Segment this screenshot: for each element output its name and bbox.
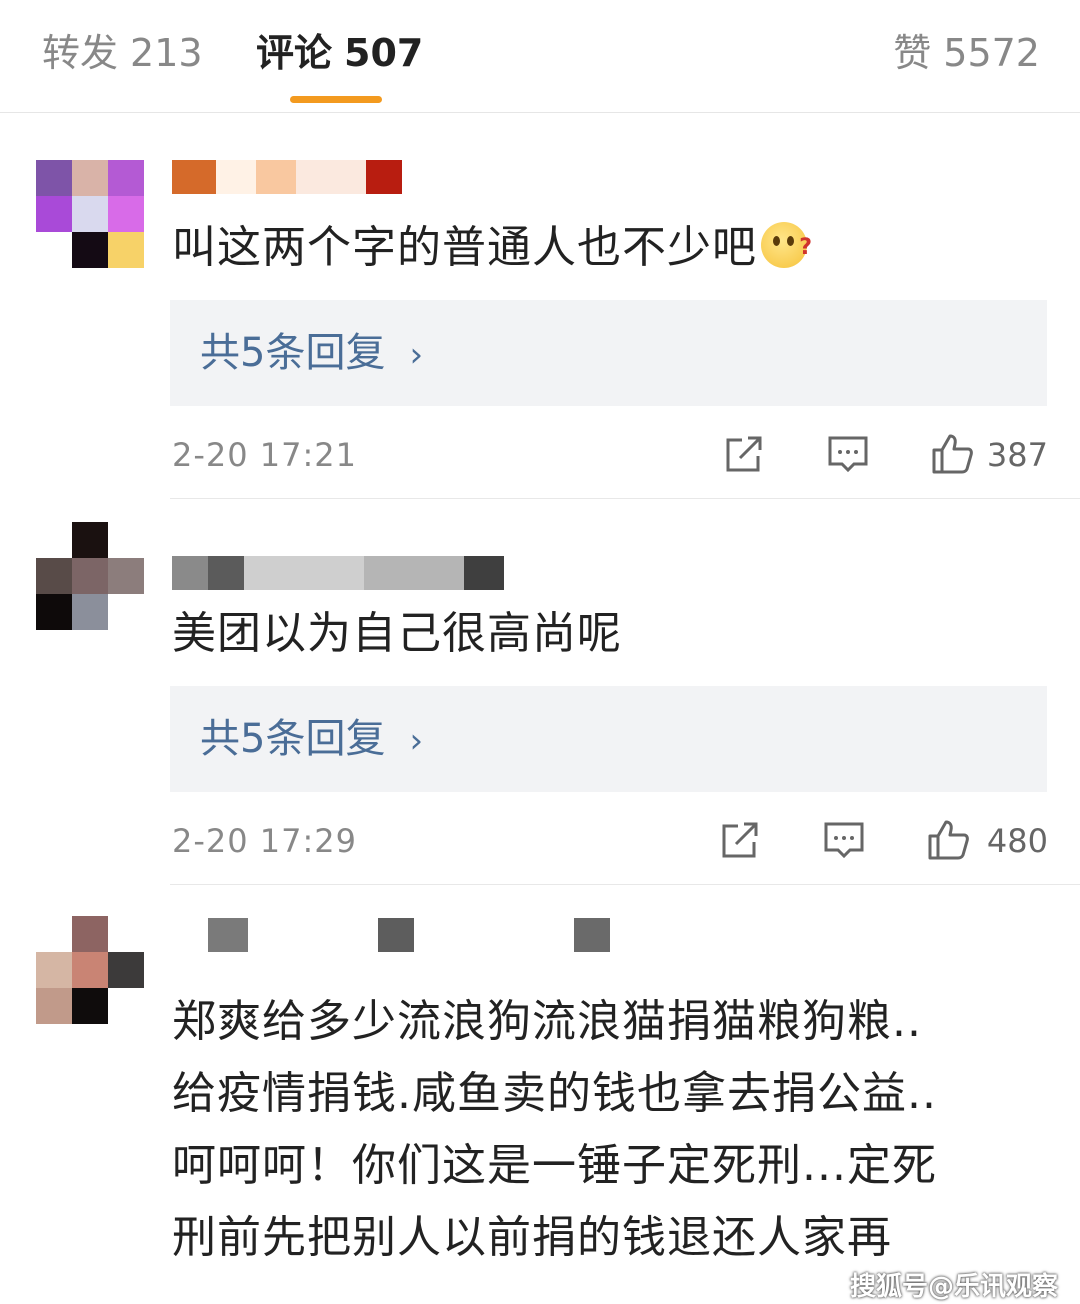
username-blurred[interactable]	[172, 160, 402, 194]
share-icon[interactable]	[718, 818, 762, 862]
like-count: 480	[986, 822, 1048, 860]
comment-text: 郑爽给多少流浪狗流浪猫捐猫粮狗粮.. 给疫情捐钱.咸鱼卖的钱也拿去捐公益.. 呵…	[172, 986, 937, 1274]
comment-line: 刑前先把别人以前捐的钱退还人家再	[172, 1212, 892, 1263]
replies-label: 共5条回复	[200, 716, 386, 762]
active-tab-indicator	[290, 96, 382, 103]
tab-forward-count: 213	[130, 31, 203, 75]
thumbs-up-icon[interactable]	[926, 818, 970, 862]
divider	[170, 498, 1080, 499]
comment-meta: 2-20 17:29 480	[172, 818, 1048, 868]
share-icon[interactable]	[722, 432, 766, 476]
avatar[interactable]	[36, 916, 146, 1026]
tab-forward-label: 转发	[42, 31, 119, 75]
username-blurred[interactable]	[172, 918, 610, 952]
tab-forward[interactable]: 转发 213	[42, 30, 203, 76]
comment-tab-bar: 转发 213 评论 507 赞 5572	[0, 0, 1080, 113]
replies-button[interactable]: 共5条回复 ›	[170, 300, 1047, 406]
tab-likes[interactable]: 赞 5572	[893, 30, 1040, 76]
replies-label: 共5条回复	[200, 330, 386, 376]
tab-comments-label: 评论	[256, 31, 333, 75]
comment-time: 2-20 17:29	[172, 822, 358, 860]
comment-icon[interactable]	[826, 432, 870, 476]
divider	[170, 884, 1080, 885]
chevron-right-icon: ›	[409, 721, 424, 761]
chevron-right-icon: ›	[409, 335, 424, 375]
like-count: 387	[986, 436, 1048, 474]
username-blurred[interactable]	[172, 556, 504, 590]
comment-text: 叫这两个字的普通人也不少吧	[172, 212, 813, 284]
thinking-question-emoji	[761, 212, 813, 284]
comment-line: 给疫情捐钱.咸鱼卖的钱也拿去捐公益..	[172, 1068, 937, 1119]
comment-meta: 2-20 17:21 387	[172, 432, 1048, 482]
comment-text: 美团以为自己很高尚呢	[172, 608, 622, 659]
replies-button[interactable]: 共5条回复 ›	[170, 686, 1047, 792]
comment-icon[interactable]	[822, 818, 866, 862]
comment-line: 郑爽给多少流浪狗流浪猫捐猫粮狗粮..	[172, 996, 922, 1047]
tab-likes-count: 5572	[943, 31, 1040, 75]
comment-time: 2-20 17:21	[172, 436, 358, 474]
avatar[interactable]	[36, 522, 146, 632]
watermark: 搜狐号@乐讯观察	[849, 1272, 1058, 1302]
tab-comments[interactable]: 评论 507	[256, 30, 423, 76]
thumbs-up-icon[interactable]	[930, 432, 974, 476]
avatar[interactable]	[36, 160, 146, 270]
tab-likes-label: 赞	[893, 31, 932, 75]
tab-comments-count: 507	[344, 31, 424, 75]
comment-line: 呵呵呵！你们这是一锤子定死刑...定死	[172, 1140, 937, 1191]
